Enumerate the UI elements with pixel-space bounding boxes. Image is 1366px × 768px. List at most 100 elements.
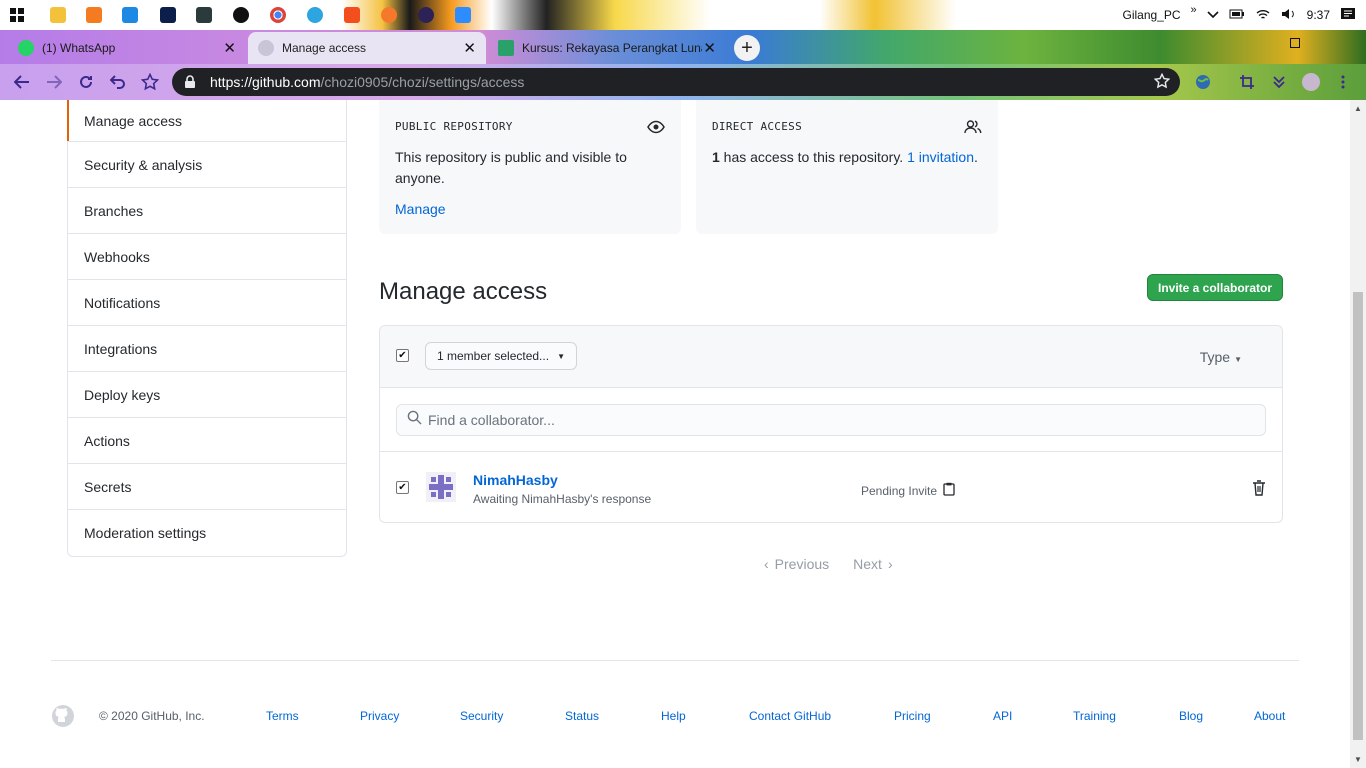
profile-avatar[interactable] xyxy=(1302,73,1320,91)
figma-icon[interactable] xyxy=(344,7,360,23)
sidebar-item-secrets[interactable]: Secrets xyxy=(68,464,346,510)
xampp-icon[interactable] xyxy=(86,7,102,23)
github-icon xyxy=(258,40,274,56)
app-icon[interactable] xyxy=(196,7,212,23)
sidebar-item-actions[interactable]: Actions xyxy=(68,418,346,464)
tray-overflow-icon[interactable]: » xyxy=(1191,4,1197,16)
member-selected-dropdown[interactable]: 1 member selected... ▼ xyxy=(425,342,577,370)
close-tab-icon[interactable]: ✕ xyxy=(463,39,476,57)
card-title: PUBLIC REPOSITORY xyxy=(395,120,513,133)
github-logo-icon[interactable] xyxy=(51,704,75,728)
collaborator-row: ✔ NimahHasby Awaiting NimahHasby's respo… xyxy=(380,452,1282,522)
sidebar-item-integrations[interactable]: Integrations xyxy=(68,326,346,372)
os-taskbar: Gilang_PC » 9:37 xyxy=(0,0,1366,30)
footer-link-contact[interactable]: Contact GitHub xyxy=(749,709,831,723)
tab-label: Manage access xyxy=(282,41,367,55)
footer-link-privacy[interactable]: Privacy xyxy=(360,709,399,723)
battery-icon[interactable] xyxy=(1229,8,1245,22)
inkscape-icon[interactable] xyxy=(233,7,249,23)
notifications-icon[interactable] xyxy=(1340,7,1356,24)
zoom-icon[interactable] xyxy=(455,7,471,23)
footer-link-terms[interactable]: Terms xyxy=(266,709,299,723)
select-all-checkbox[interactable]: ✔ xyxy=(396,349,409,362)
sidebar-item-security-analysis[interactable]: Security & analysis xyxy=(68,142,346,188)
menu-kebab-icon[interactable] xyxy=(1334,73,1352,91)
tab-kursus[interactable]: Kursus: Rekayasa Perangkat Luna ✕ xyxy=(488,32,726,64)
sidebar-item-branches[interactable]: Branches xyxy=(68,188,346,234)
volume-icon[interactable] xyxy=(1281,8,1297,23)
footer-link-about[interactable]: About xyxy=(1254,709,1285,723)
undo-icon[interactable] xyxy=(108,72,128,92)
footer-link-security[interactable]: Security xyxy=(460,709,503,723)
access-text: has access to this repository. xyxy=(719,149,908,165)
sidebar-item-webhooks[interactable]: Webhooks xyxy=(68,234,346,280)
next-label: Next xyxy=(853,556,882,572)
footer-link-api[interactable]: API xyxy=(993,709,1012,723)
tab-label: (1) WhatsApp xyxy=(42,41,116,55)
telegram-icon[interactable] xyxy=(307,7,323,23)
double-chevron-icon[interactable] xyxy=(1270,73,1288,91)
chevron-right-icon: › xyxy=(887,556,893,572)
next-button[interactable]: Next › xyxy=(853,556,898,572)
wifi-icon[interactable] xyxy=(1255,8,1271,23)
page-content: Manage access Security & analysis Branch… xyxy=(0,100,1350,768)
pending-label: Pending Invite xyxy=(861,483,938,498)
clock-label[interactable]: 9:37 xyxy=(1307,8,1330,22)
sidebar-item-notifications[interactable]: Notifications xyxy=(68,280,346,326)
chrome-icon[interactable] xyxy=(270,7,286,23)
collaborators-header: ✔ 1 member selected... ▼ Type ▼ xyxy=(380,326,1282,388)
bookmark-star-icon[interactable] xyxy=(140,72,160,92)
address-bar[interactable]: https://github.com/chozi0905/chozi/setti… xyxy=(172,68,1180,96)
clipboard-icon[interactable] xyxy=(943,482,955,499)
previous-button[interactable]: ‹ Previous xyxy=(758,556,829,572)
scrollbar-thumb[interactable] xyxy=(1353,292,1363,740)
new-tab-button[interactable]: + xyxy=(734,35,760,61)
chevron-down-icon[interactable] xyxy=(1207,8,1219,22)
settings-sidebar: Manage access Security & analysis Branch… xyxy=(67,100,347,557)
search-field-wrapper[interactable] xyxy=(396,404,1266,436)
close-tab-icon[interactable]: ✕ xyxy=(703,39,716,57)
collaborator-name-link[interactable]: NimahHasby xyxy=(473,472,558,488)
forward-icon[interactable] xyxy=(44,72,64,92)
page-scrollbar[interactable]: ▲ ▼ xyxy=(1350,100,1366,768)
scroll-up-icon[interactable]: ▲ xyxy=(1354,104,1362,113)
back-icon[interactable] xyxy=(12,72,32,92)
sidebar-item-moderation-settings[interactable]: Moderation settings xyxy=(68,510,346,556)
eclipse-icon[interactable] xyxy=(418,7,434,23)
trash-icon[interactable] xyxy=(1252,480,1266,496)
globe-extension-icon[interactable] xyxy=(1194,73,1212,91)
invite-collaborator-button[interactable]: Invite a collaborator xyxy=(1147,274,1283,301)
tab-whatsapp[interactable]: (1) WhatsApp ✕ xyxy=(8,32,246,64)
manage-visibility-link[interactable]: Manage xyxy=(395,201,446,217)
period: . xyxy=(974,149,978,165)
avatar[interactable] xyxy=(426,472,456,502)
footer-link-pricing[interactable]: Pricing xyxy=(894,709,931,723)
footer-link-status[interactable]: Status xyxy=(565,709,599,723)
course-icon xyxy=(498,40,514,56)
find-collaborator-input[interactable] xyxy=(428,412,1228,428)
footer-link-blog[interactable]: Blog xyxy=(1179,709,1203,723)
blender-icon[interactable] xyxy=(381,7,397,23)
lock-icon[interactable] xyxy=(184,75,198,89)
windows-start-icon[interactable] xyxy=(10,8,24,22)
photoshop-icon[interactable] xyxy=(160,7,176,23)
crop-extension-icon[interactable] xyxy=(1238,73,1256,91)
footer-link-training[interactable]: Training xyxy=(1073,709,1116,723)
reload-icon[interactable] xyxy=(76,72,96,92)
invitation-link[interactable]: 1 invitation xyxy=(907,149,974,165)
close-tab-icon[interactable]: ✕ xyxy=(223,39,236,57)
star-icon[interactable] xyxy=(1153,72,1171,94)
search-row xyxy=(380,388,1282,452)
scroll-down-icon[interactable]: ▼ xyxy=(1354,755,1362,764)
browser-toolbar: https://github.com/chozi0905/chozi/setti… xyxy=(0,64,1366,100)
vscode-icon[interactable] xyxy=(122,7,138,23)
tab-manage-access[interactable]: Manage access ✕ xyxy=(248,32,486,64)
collaborator-checkbox[interactable]: ✔ xyxy=(396,481,409,494)
footer-link-help[interactable]: Help xyxy=(661,709,686,723)
type-filter-dropdown[interactable]: Type ▼ xyxy=(1200,349,1242,365)
footer-divider xyxy=(51,660,1299,661)
sidebar-item-manage-access[interactable]: Manage access xyxy=(67,100,346,142)
restore-window-icon[interactable] xyxy=(1290,38,1300,48)
file-explorer-icon[interactable] xyxy=(50,7,66,23)
sidebar-item-deploy-keys[interactable]: Deploy keys xyxy=(68,372,346,418)
